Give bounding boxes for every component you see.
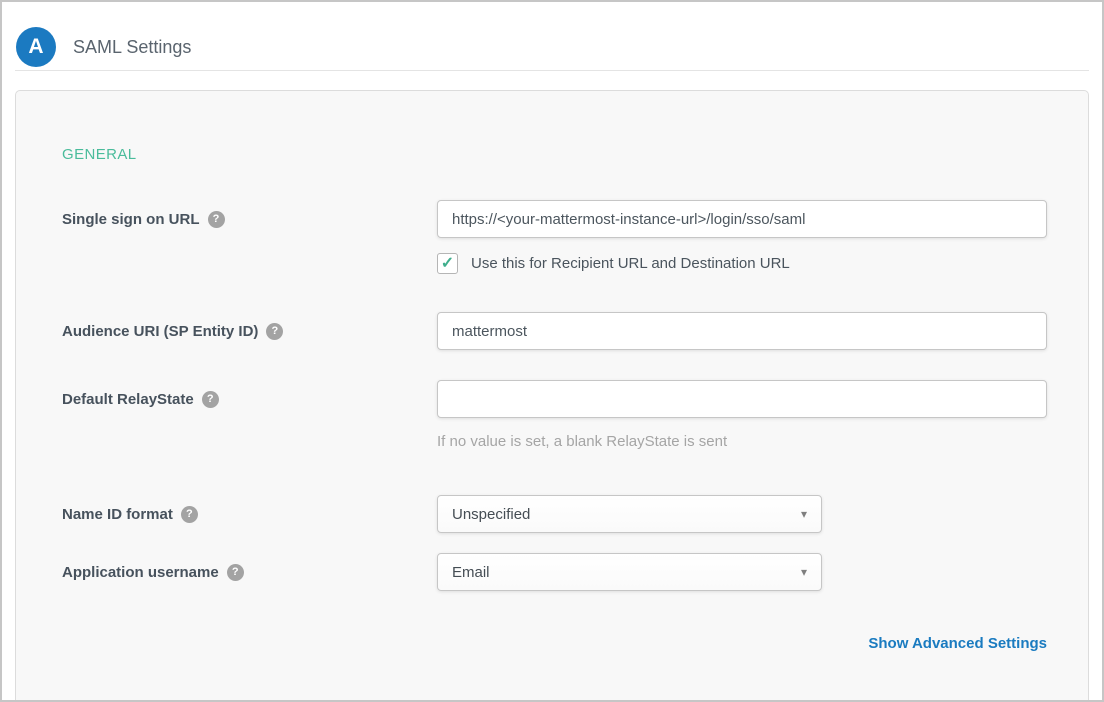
page-title: SAML Settings bbox=[73, 37, 191, 58]
application-username-selected-value: Email bbox=[452, 564, 490, 581]
recipient-url-checkbox-row: ✓ Use this for Recipient URL and Destina… bbox=[437, 253, 1043, 274]
name-id-format-select[interactable]: Unspecified ▾ bbox=[437, 495, 822, 533]
chevron-down-icon: ▾ bbox=[801, 508, 807, 520]
audience-uri-input[interactable] bbox=[437, 312, 1047, 350]
advanced-settings-link-row: Show Advanced Settings bbox=[62, 635, 1047, 653]
audience-uri-control bbox=[437, 312, 1047, 350]
name-id-format-selected-value: Unspecified bbox=[452, 506, 530, 523]
saml-settings-screen: A SAML Settings GENERAL Single sign on U… bbox=[0, 0, 1104, 702]
help-icon[interactable]: ? bbox=[227, 564, 244, 581]
application-username-label: Application username bbox=[62, 564, 219, 581]
recipient-url-checkbox[interactable]: ✓ bbox=[437, 253, 458, 274]
name-id-format-label-group: Name ID format ? bbox=[62, 495, 437, 533]
sso-url-control bbox=[437, 200, 1047, 238]
sso-url-input[interactable] bbox=[437, 200, 1047, 238]
application-username-label-group: Application username ? bbox=[62, 553, 437, 591]
help-icon[interactable]: ? bbox=[202, 391, 219, 408]
checkmark-icon: ✓ bbox=[441, 256, 454, 272]
relaystate-helper-text: If no value is set, a blank RelayState i… bbox=[437, 433, 1047, 450]
sso-url-label: Single sign on URL bbox=[62, 211, 200, 228]
saml-settings-header: A SAML Settings bbox=[2, 2, 1102, 68]
audience-uri-label-group: Audience URI (SP Entity ID) ? bbox=[62, 312, 437, 350]
name-id-format-control: Unspecified ▾ bbox=[437, 495, 1043, 533]
relaystate-input[interactable] bbox=[437, 380, 1047, 418]
form-row-application-username: Application username ? Email ▾ bbox=[62, 553, 1043, 591]
chevron-down-icon: ▾ bbox=[801, 566, 807, 578]
form-row-audience-uri: Audience URI (SP Entity ID) ? bbox=[62, 312, 1043, 350]
relaystate-label: Default RelayState bbox=[62, 391, 194, 408]
help-icon[interactable]: ? bbox=[181, 506, 198, 523]
general-settings-panel: GENERAL Single sign on URL ? ✓ Use this … bbox=[15, 90, 1089, 702]
audience-uri-label: Audience URI (SP Entity ID) bbox=[62, 323, 258, 340]
form-row-name-id-format: Name ID format ? Unspecified ▾ bbox=[62, 495, 1043, 533]
section-title-general: GENERAL bbox=[62, 146, 1043, 163]
sso-url-label-group: Single sign on URL ? bbox=[62, 200, 437, 238]
step-a-badge: A bbox=[16, 27, 56, 67]
relaystate-label-group: Default RelayState ? bbox=[62, 380, 437, 418]
application-username-control: Email ▾ bbox=[437, 553, 1043, 591]
help-icon[interactable]: ? bbox=[208, 211, 225, 228]
name-id-format-label: Name ID format bbox=[62, 506, 173, 523]
recipient-url-checkbox-label: Use this for Recipient URL and Destinati… bbox=[471, 255, 790, 272]
form-row-default-relaystate: Default RelayState ? If no value is set,… bbox=[62, 380, 1043, 450]
form-row-single-sign-on-url: Single sign on URL ? bbox=[62, 200, 1043, 238]
help-icon[interactable]: ? bbox=[266, 323, 283, 340]
relaystate-control: If no value is set, a blank RelayState i… bbox=[437, 380, 1047, 450]
header-divider bbox=[15, 70, 1089, 71]
show-advanced-settings-link[interactable]: Show Advanced Settings bbox=[868, 635, 1047, 652]
application-username-select[interactable]: Email ▾ bbox=[437, 553, 822, 591]
